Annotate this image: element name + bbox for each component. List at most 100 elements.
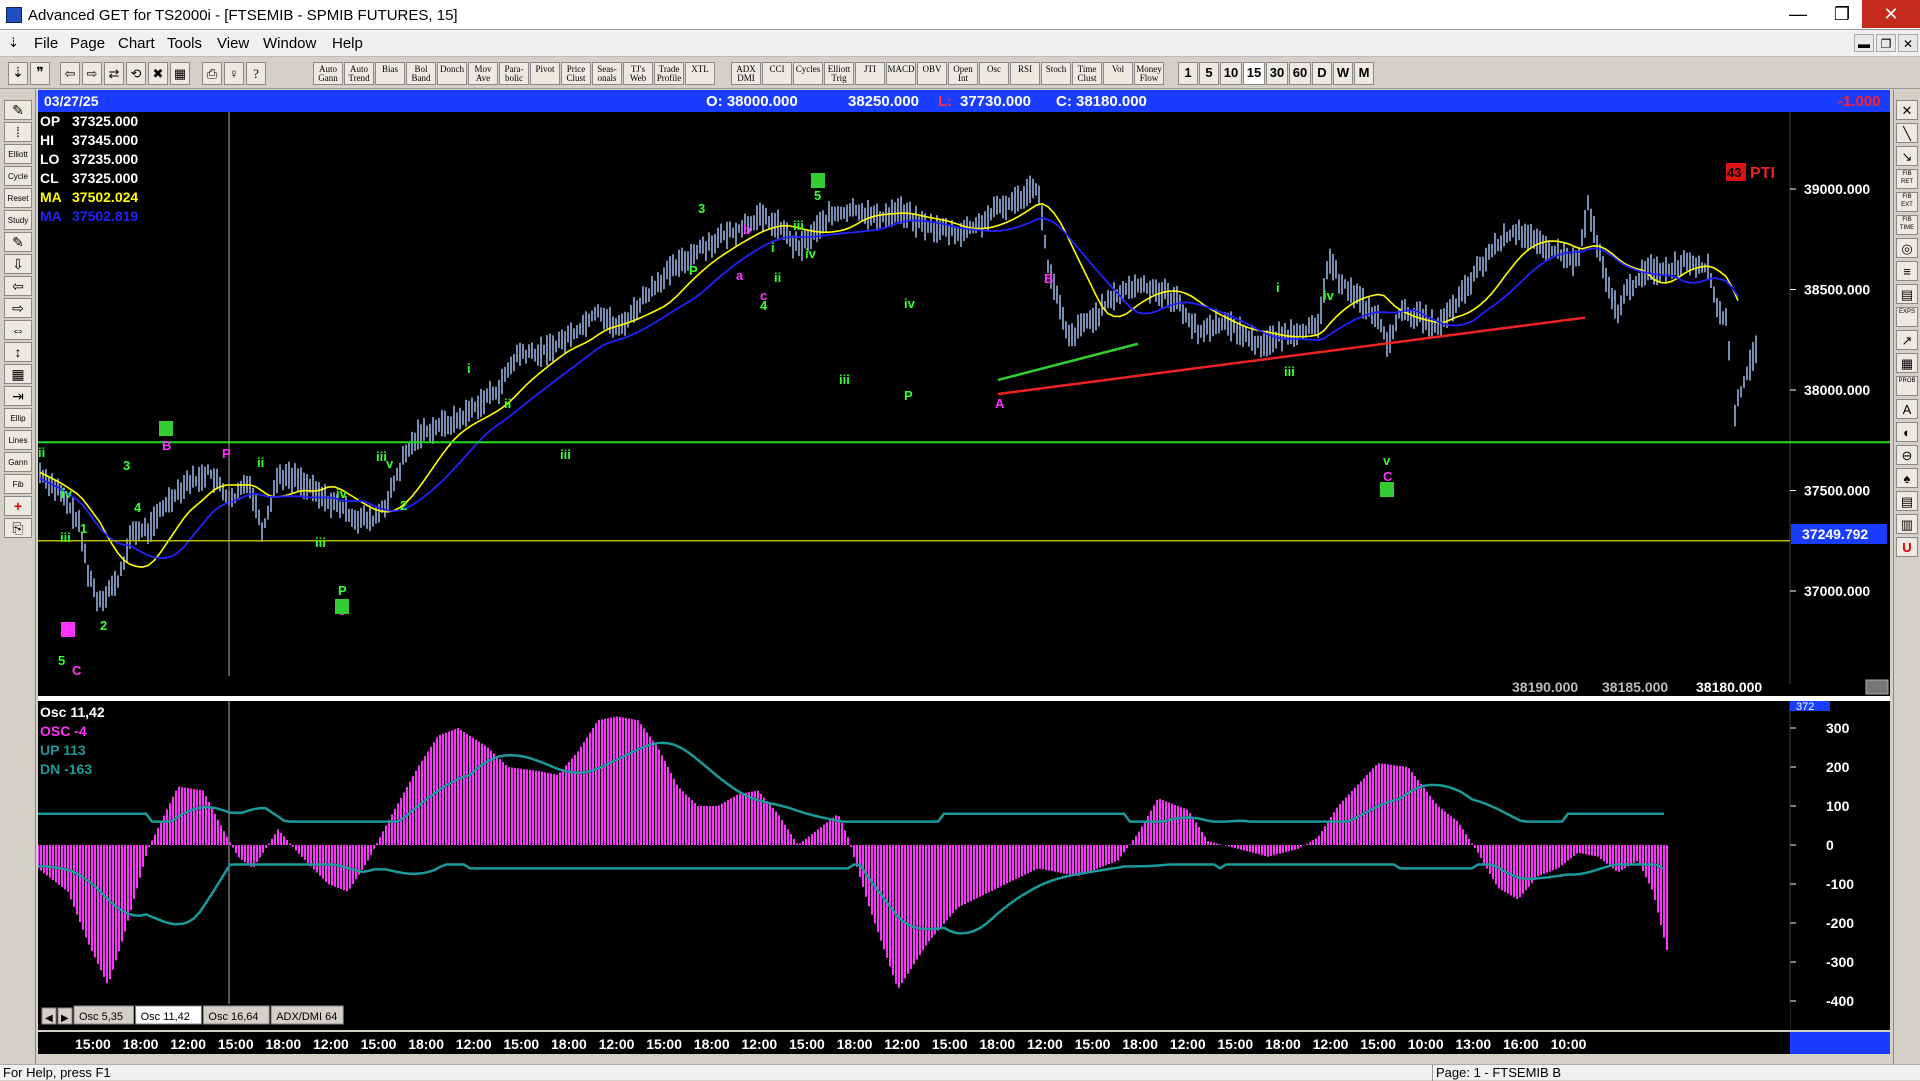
tool-stoch[interactable]: Stoch xyxy=(1041,62,1071,85)
maximize-button[interactable]: ❐ xyxy=(1820,0,1864,28)
left-tool-ellip[interactable]: Ellip xyxy=(4,408,32,428)
right-tool-icon-1[interactable]: ╲ xyxy=(1896,123,1918,143)
print-icon[interactable]: ⎙ xyxy=(202,62,222,85)
left-tool-study[interactable]: Study xyxy=(4,210,32,230)
right-tool-icon-18[interactable]: ▥ xyxy=(1896,514,1918,534)
right-tool-icon-15[interactable]: ⊖ xyxy=(1896,445,1918,465)
right-tool-exps[interactable]: EXPS xyxy=(1896,307,1918,327)
minimize-button[interactable]: — xyxy=(1776,0,1820,28)
left-tool-gann[interactable]: Gann xyxy=(4,452,32,472)
period-button-60[interactable]: 60 xyxy=(1289,62,1311,85)
period-button-15[interactable]: 15 xyxy=(1243,62,1265,85)
tool-open-int[interactable]: Open Int xyxy=(948,62,978,85)
period-button-30[interactable]: 30 xyxy=(1266,62,1288,85)
tool-elliott-trig[interactable]: Elliott Trig xyxy=(824,62,854,85)
tool-seas-onals[interactable]: Seas-onals xyxy=(592,62,622,85)
delete-icon[interactable]: ✖ xyxy=(148,62,168,85)
left-tool-icon-0[interactable]: ✎ xyxy=(4,100,32,120)
right-tool-prob[interactable]: PROB xyxy=(1896,376,1918,396)
tool-donch[interactable]: Donch xyxy=(437,62,467,85)
menu-chart[interactable]: Chart xyxy=(118,35,155,52)
toolbar-quick-icon-1[interactable]: ❞ xyxy=(30,62,50,85)
scroll-grip-icon[interactable] xyxy=(1865,679,1889,695)
left-tool-icon-12[interactable]: ▦ xyxy=(4,364,32,384)
right-tool-icon-2[interactable]: ↘ xyxy=(1896,146,1918,166)
menu-file[interactable]: File xyxy=(34,35,58,52)
menu-page[interactable]: Page xyxy=(70,35,105,52)
right-tool-icon-6[interactable]: ◎ xyxy=(1896,238,1918,258)
period-button-m[interactable]: M xyxy=(1354,62,1374,85)
left-tool-icon-19[interactable]: ⎘ xyxy=(4,518,32,538)
left-tool-lines[interactable]: Lines xyxy=(4,430,32,450)
toolbar-quick-icon-0[interactable]: ⇣ xyxy=(8,62,28,85)
left-tool-fib[interactable]: Fib xyxy=(4,474,32,494)
tool-price-clust[interactable]: Price Clust xyxy=(561,62,591,85)
left-tool-icon-7[interactable]: ⇩ xyxy=(4,254,32,274)
help-icon[interactable]: ? xyxy=(246,62,266,85)
page-menu-icon[interactable]: ⇣ xyxy=(8,35,19,51)
menu-view[interactable]: View xyxy=(217,35,249,52)
right-tool-fib-time[interactable]: FIB TIME xyxy=(1896,215,1918,235)
period-button-1[interactable]: 1 xyxy=(1178,62,1198,85)
tool-pivot[interactable]: Pivot xyxy=(530,62,560,85)
tool-trade-profile[interactable]: Trade Profile xyxy=(654,62,684,85)
tool-jti[interactable]: JTI xyxy=(855,62,885,85)
tool-tj-s-web[interactable]: TJ's Web xyxy=(623,62,653,85)
left-tool-elliott[interactable]: Elliott xyxy=(4,144,32,164)
left-tool-cycle[interactable]: Cycle xyxy=(4,166,32,186)
menu-tools[interactable]: Tools xyxy=(167,35,202,52)
left-tool-icon-13[interactable]: ⇥ xyxy=(4,386,32,406)
right-tool-icon-16[interactable]: ♠ xyxy=(1896,468,1918,488)
left-tool-icon-6[interactable]: ✎ xyxy=(4,232,32,252)
right-tool-fib-ret[interactable]: FIB RET xyxy=(1896,169,1918,189)
left-tool-icon-18[interactable]: + xyxy=(4,496,32,516)
tool-auto-gann[interactable]: Auto Gann xyxy=(313,62,343,85)
period-button-w[interactable]: W xyxy=(1333,62,1353,85)
lightbulb-icon[interactable]: ♀ xyxy=(224,62,244,85)
tool-obv[interactable]: OBV xyxy=(917,62,947,85)
tool-time-clust[interactable]: Time Clust xyxy=(1072,62,1102,85)
chart-canvas[interactable]: 03/27/25 O: 38000.000 38250.000 L: 37730… xyxy=(37,90,1890,1030)
back-icon[interactable]: ⇨ xyxy=(82,62,102,85)
tool-xtl[interactable]: XTL xyxy=(685,62,715,85)
right-tool-icon-14[interactable]: ◐ xyxy=(1896,422,1918,442)
close-button[interactable]: ✕ xyxy=(1862,0,1920,28)
tool-bol-band[interactable]: Bol Band xyxy=(406,62,436,85)
tool-macd[interactable]: MACD xyxy=(886,62,916,85)
tool-adx-dmi[interactable]: ADX DMI xyxy=(731,62,761,85)
right-tool-icon-0[interactable]: ✕ xyxy=(1896,100,1918,120)
tool-osc[interactable]: Osc xyxy=(979,62,1009,85)
tool-vol[interactable]: Vol xyxy=(1103,62,1133,85)
panel-separator[interactable] xyxy=(38,696,1890,701)
left-tool-reset[interactable]: Reset xyxy=(4,188,32,208)
tool-auto-trend[interactable]: Auto Trend xyxy=(344,62,374,85)
left-tool-icon-10[interactable]: ⇔ xyxy=(4,320,32,340)
tool-cci[interactable]: CCI xyxy=(762,62,792,85)
menu-help[interactable]: Help xyxy=(332,35,363,52)
tool-money-flow[interactable]: Money Flow xyxy=(1134,62,1164,85)
tool-mov-ave[interactable]: Mov Ave xyxy=(468,62,498,85)
right-tool-icon-10[interactable]: ↗ xyxy=(1896,330,1918,350)
period-button-5[interactable]: 5 xyxy=(1199,62,1219,85)
right-tool-icon-13[interactable]: A xyxy=(1896,399,1918,419)
open-icon[interactable]: ⇦ xyxy=(60,62,80,85)
tool-cycles[interactable]: Cycles xyxy=(793,62,823,85)
period-button-d[interactable]: D xyxy=(1312,62,1332,85)
refresh-icon[interactable]: ⟲ xyxy=(126,62,146,85)
mdi-close-icon[interactable]: ✕ xyxy=(1898,34,1918,52)
forward-icon[interactable]: ⇄ xyxy=(104,62,124,85)
left-tool-icon-8[interactable]: ⇦ xyxy=(4,276,32,296)
right-tool-icon-17[interactable]: ▤ xyxy=(1896,491,1918,511)
right-tool-icon-19[interactable]: U xyxy=(1896,537,1918,557)
menu-window[interactable]: Window xyxy=(263,35,316,52)
left-tool-icon-11[interactable]: ↕ xyxy=(4,342,32,362)
mdi-minimize-icon[interactable]: ▬ xyxy=(1854,34,1874,52)
left-tool-icon-1[interactable]: ⁞ xyxy=(4,122,32,142)
tool-rsi[interactable]: RSI xyxy=(1010,62,1040,85)
tool-para-bolic[interactable]: Para-bolic xyxy=(499,62,529,85)
mdi-restore-icon[interactable]: ❐ xyxy=(1876,34,1896,52)
tool-bias[interactable]: Bias xyxy=(375,62,405,85)
right-tool-icon-7[interactable]: ≡ xyxy=(1896,261,1918,281)
right-tool-icon-11[interactable]: ▦ xyxy=(1896,353,1918,373)
period-button-10[interactable]: 10 xyxy=(1220,62,1242,85)
